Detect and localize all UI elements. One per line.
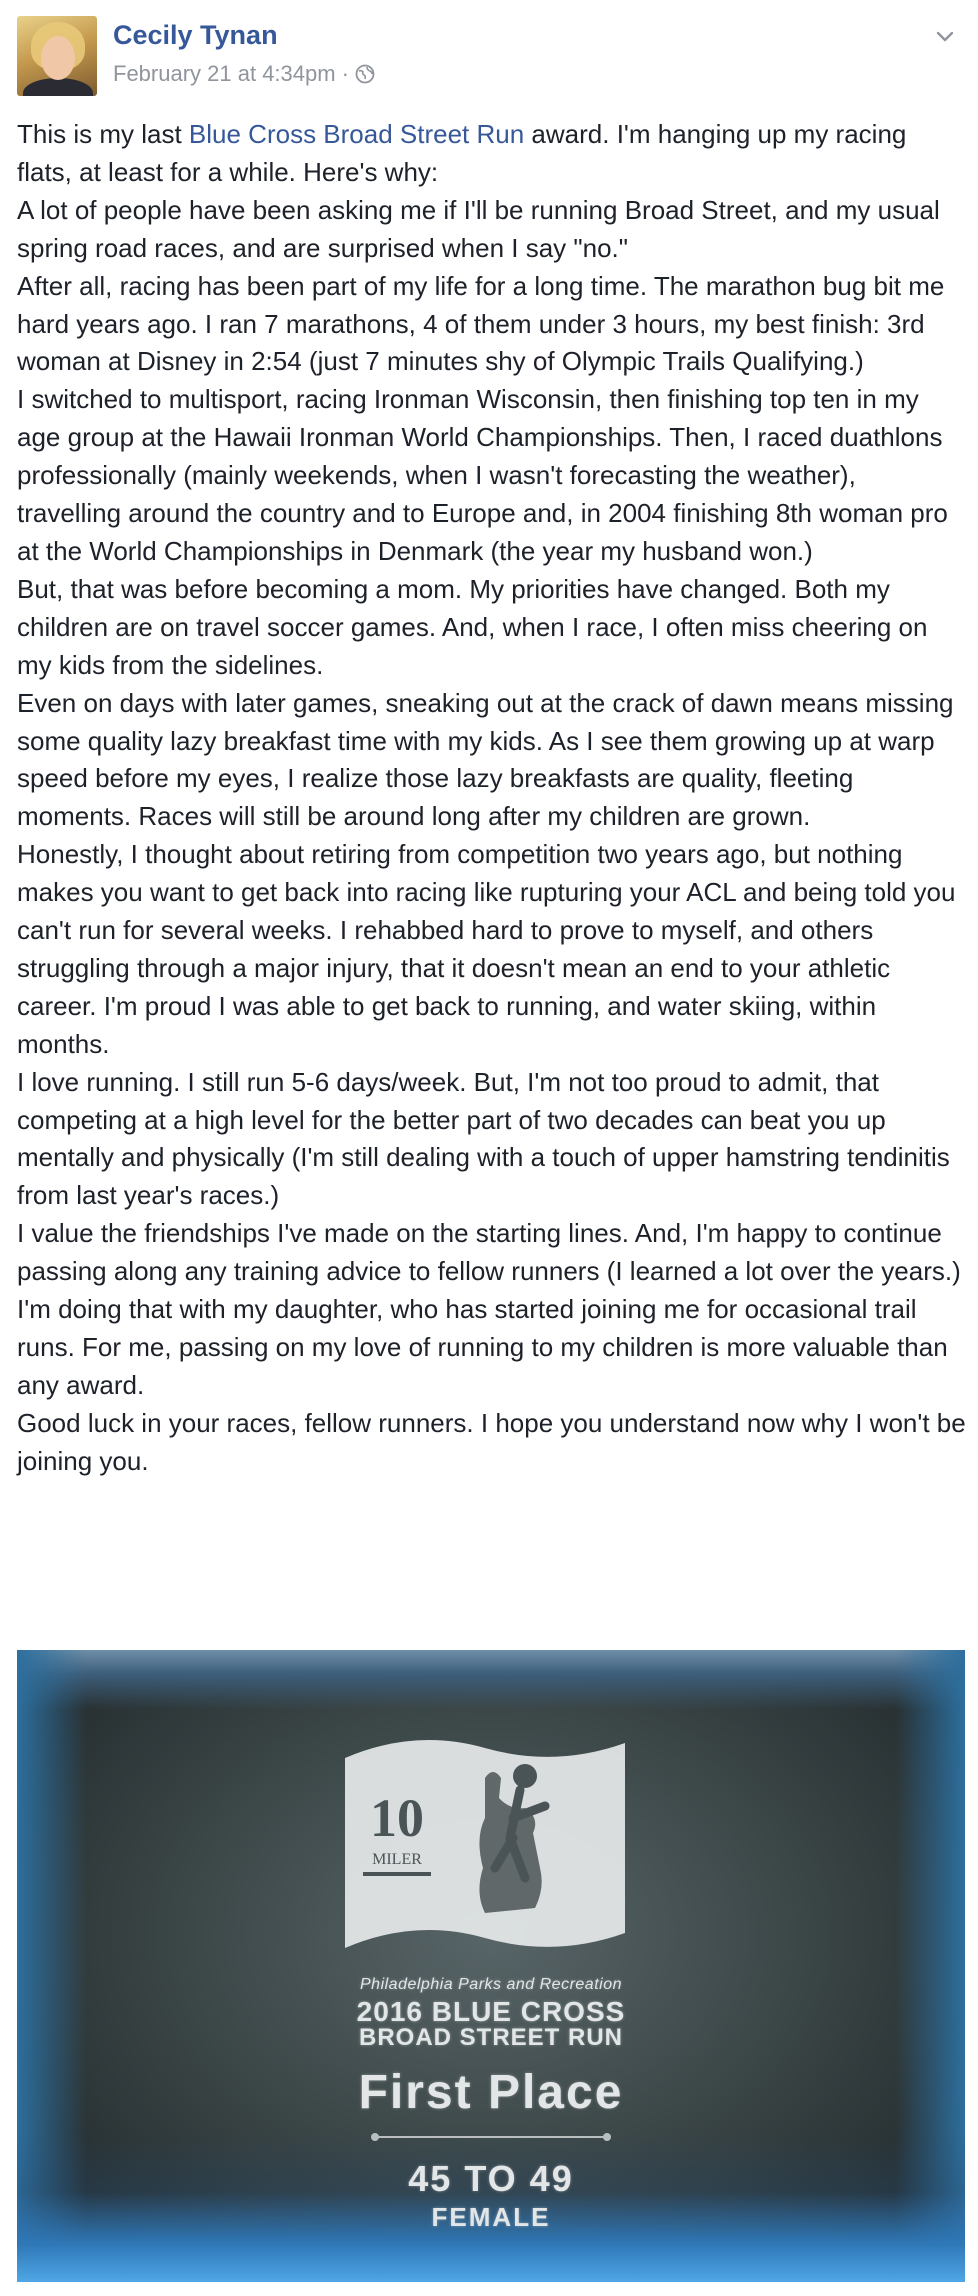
post-paragraph: But, that was before becoming a mom. My …: [17, 573, 928, 680]
post-paragraph: Good luck in your races, fellow runners.…: [17, 1407, 966, 1476]
post-paragraph: I switched to multisport, racing Ironman…: [17, 384, 948, 566]
award-divider: [371, 2133, 611, 2141]
award-sponsor-line: Philadelphia Parks and Recreation: [360, 1976, 622, 1993]
post-paragraph: I value the friendships I've made on the…: [17, 1218, 961, 1287]
intro-text-before: This is my last: [17, 119, 189, 149]
post-paragraph: After all, racing has been part of my li…: [17, 270, 945, 377]
plaque-rim-top: [17, 1650, 965, 1710]
post-paragraph: Even on days with later games, sneaking …: [17, 687, 954, 832]
post-paragraph: Honestly, I thought about retiring from …: [17, 839, 956, 1059]
award-place: First Place: [358, 2066, 624, 2119]
avatar-face: [41, 36, 75, 80]
award-age-group: 45 TO 49: [408, 2158, 574, 2199]
post-paragraph: I love running. I still run 5-6 days/wee…: [17, 1066, 950, 1211]
post-header: Cecily Tynan February 21 at 4:34pm ·: [17, 16, 957, 96]
logo-word: MILER: [372, 1851, 422, 1868]
post-text: This is my last Blue Cross Broad Street …: [17, 116, 967, 1481]
avatar-shoulders: [23, 78, 93, 96]
post-paragraph: I'm doing that with my daughter, who has…: [17, 1294, 948, 1400]
post-timestamp[interactable]: February 21 at 4:34pm: [113, 61, 336, 87]
logo-number: 10: [370, 1788, 424, 1848]
award-gender: FEMALE: [431, 2202, 551, 2232]
meta-separator: ·: [341, 61, 349, 86]
post-intro: This is my last Blue Cross Broad Street …: [17, 116, 967, 192]
author-name[interactable]: Cecily Tynan: [113, 20, 278, 51]
race-logo-flag: 10 MILER: [345, 1740, 625, 1948]
post-meta: February 21 at 4:34pm ·: [113, 61, 375, 87]
author-avatar[interactable]: [17, 16, 97, 96]
award-photo[interactable]: 10 MILER Philadelphia Parks and Recreati…: [17, 1650, 965, 2282]
chevron-down-icon[interactable]: [933, 24, 957, 48]
award-race-line2: BROAD STREET RUN: [358, 2024, 623, 2051]
post-paragraph: A lot of people have been asking me if I…: [17, 194, 940, 263]
globe-icon[interactable]: [355, 64, 375, 84]
race-page-link[interactable]: Blue Cross Broad Street Run: [189, 119, 524, 149]
